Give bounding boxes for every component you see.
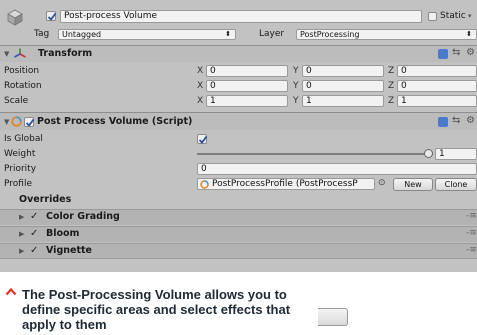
is-global-label: Is Global	[4, 134, 43, 144]
transform-title: Transform	[38, 48, 93, 59]
weight-label: Weight	[4, 149, 36, 159]
component-enabled-checkbox[interactable]	[24, 117, 35, 127]
object-picker-icon[interactable]: ⊙	[378, 178, 386, 188]
layer-value: PostProcessing	[300, 30, 360, 39]
layer-label: Layer	[259, 29, 285, 39]
profile-asset-icon	[200, 180, 209, 189]
foldout-arrow-icon[interactable]: ▶	[19, 228, 24, 240]
override-enabled-check-icon[interactable]: ✓	[30, 245, 38, 256]
axis-x-label[interactable]: X	[197, 65, 203, 77]
object-name-input[interactable]: Post-process Volume	[60, 10, 422, 23]
clone-button[interactable]: Clone	[435, 178, 477, 191]
override-menu-icon[interactable]: -≡	[466, 211, 477, 221]
weight-slider-track	[197, 153, 433, 155]
overrides-heading: Overrides	[19, 194, 72, 205]
chevron-down-icon: ⬍	[225, 30, 231, 38]
override-menu-icon[interactable]: -≡	[466, 245, 477, 255]
profile-value: PostProcessProfile (PostProcessP	[212, 179, 358, 189]
priority-label: Priority	[4, 164, 37, 174]
position-row: Position X 0 Y 0 Z 0	[0, 65, 477, 78]
axis-y-label[interactable]: Y	[293, 65, 299, 77]
rotation-x-input[interactable]: 0	[206, 80, 288, 92]
weight-slider[interactable]	[197, 149, 433, 159]
position-label: Position	[4, 66, 40, 76]
axis-y-label[interactable]: Y	[293, 80, 299, 92]
chevron-up-icon	[5, 286, 17, 298]
foldout-arrow-icon[interactable]: ▶	[19, 245, 24, 257]
axis-x-label[interactable]: X	[197, 80, 203, 92]
is-global-checkbox[interactable]	[197, 134, 208, 144]
axis-x-label[interactable]: X	[197, 95, 203, 107]
help-icon[interactable]	[438, 49, 448, 59]
axis-z-label[interactable]: Z	[388, 95, 394, 107]
rotation-row: Rotation X 0 Y 0 Z 0	[0, 80, 477, 93]
volume-component-header[interactable]: ▼ Post Process Volume (Script) ⇆ ⚙	[0, 113, 477, 130]
weight-input[interactable]: 1	[435, 148, 477, 160]
override-enabled-check-icon[interactable]: ✓	[30, 228, 38, 239]
gear-icon[interactable]: ⚙	[466, 47, 475, 58]
help-icon[interactable]	[438, 117, 448, 127]
tag-label: Tag	[34, 29, 50, 39]
priority-input[interactable]: 0	[197, 163, 477, 175]
chevron-down-icon: ⬍	[466, 30, 472, 38]
static-dropdown-icon[interactable]: ▾	[468, 10, 472, 22]
rotation-label: Rotation	[4, 81, 42, 91]
weight-slider-thumb[interactable]	[424, 149, 433, 158]
override-vignette[interactable]: ▶ ✓ Vignette -≡	[0, 243, 477, 259]
scale-z-input[interactable]: 1	[397, 95, 477, 107]
position-y-input[interactable]: 0	[302, 65, 384, 77]
volume-title: Post Process Volume (Script)	[37, 116, 193, 127]
override-label: Vignette	[46, 245, 92, 256]
static-checkbox[interactable]	[428, 12, 437, 21]
script-icon	[11, 116, 22, 127]
new-button[interactable]: New	[393, 178, 433, 191]
inspector-panel: Post-process Volume Static ▾ Tag Untagge…	[0, 0, 477, 272]
foldout-arrow-icon[interactable]: ▶	[19, 211, 24, 223]
override-enabled-check-icon[interactable]: ✓	[30, 211, 38, 222]
preset-icon[interactable]: ⇆	[452, 115, 460, 126]
axis-z-label[interactable]: Z	[388, 65, 394, 77]
foldout-arrow-icon[interactable]: ▼	[4, 48, 9, 60]
foldout-arrow-icon[interactable]: ▼	[4, 116, 9, 128]
preset-icon[interactable]: ⇆	[452, 47, 460, 58]
caption-box: The Post-Processing Volume allows you to…	[0, 272, 477, 335]
tag-dropdown[interactable]: Untagged ⬍	[58, 29, 236, 40]
gear-icon[interactable]: ⚙	[466, 115, 475, 126]
transform-icon	[14, 48, 26, 60]
profile-object-field[interactable]: PostProcessProfile (PostProcessP	[197, 178, 375, 190]
override-menu-icon[interactable]: -≡	[466, 228, 477, 238]
layer-dropdown[interactable]: PostProcessing ⬍	[296, 29, 477, 40]
scale-row: Scale X 1 Y 1 Z 1	[0, 95, 477, 108]
caption-text: The Post-Processing Volume allows you to…	[22, 287, 291, 332]
transform-header[interactable]: ▼ Transform ⇆ ⚙	[0, 46, 477, 62]
axis-z-label[interactable]: Z	[388, 80, 394, 92]
rotation-z-input[interactable]: 0	[397, 80, 477, 92]
tag-value: Untagged	[62, 30, 102, 39]
override-label: Color Grading	[46, 211, 120, 222]
axis-y-label[interactable]: Y	[293, 95, 299, 107]
static-label: Static	[440, 11, 466, 21]
position-z-input[interactable]: 0	[397, 65, 477, 77]
scale-y-input[interactable]: 1	[302, 95, 384, 107]
override-label: Bloom	[46, 228, 80, 239]
profile-label: Profile	[4, 179, 32, 189]
override-bloom[interactable]: ▶ ✓ Bloom -≡	[0, 226, 477, 242]
scale-x-input[interactable]: 1	[206, 95, 288, 107]
add-effect-button[interactable]	[318, 308, 348, 326]
rotation-y-input[interactable]: 0	[302, 80, 384, 92]
position-x-input[interactable]: 0	[206, 65, 288, 77]
override-color-grading[interactable]: ▶ ✓ Color Grading -≡	[0, 209, 477, 225]
active-toggle[interactable]	[46, 11, 57, 21]
gameobject-icon	[6, 8, 24, 26]
scale-label: Scale	[4, 96, 29, 106]
